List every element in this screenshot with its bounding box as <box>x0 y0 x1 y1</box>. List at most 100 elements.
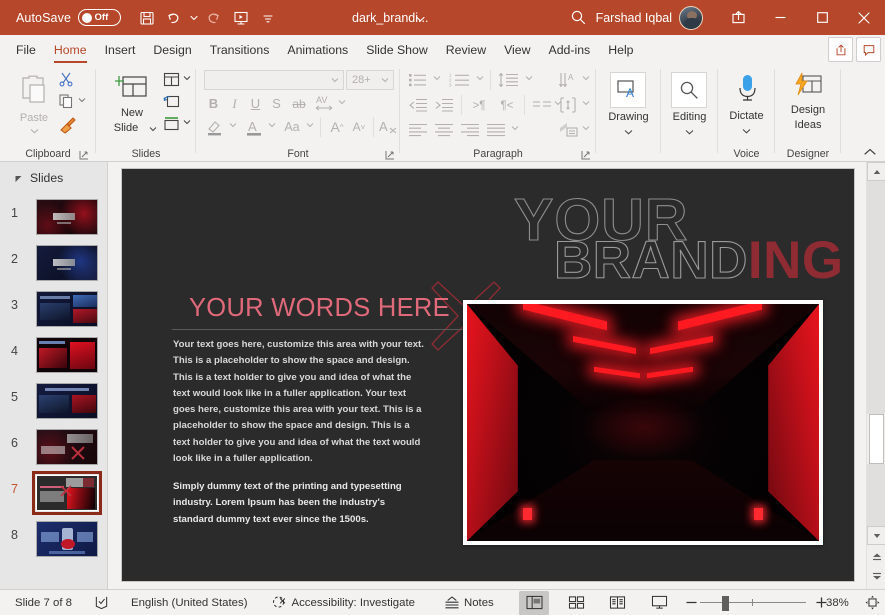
justify-icon[interactable] <box>484 120 508 140</box>
list-item[interactable]: 6 <box>0 426 108 472</box>
text-direction-dropdown-icon[interactable] <box>580 72 592 84</box>
tab-help[interactable]: Help <box>599 35 642 64</box>
italic-button[interactable]: I <box>225 94 244 113</box>
autosave-toggle[interactable]: Off <box>78 9 122 26</box>
paragraph-dialog-launcher-icon[interactable] <box>581 148 592 160</box>
slides-thumbnail-pane[interactable]: Slides 1 2 3 4 5 6 7 8 <box>0 162 108 589</box>
convert-to-smartart-icon[interactable] <box>556 119 580 141</box>
slide-thumbnail[interactable] <box>36 245 98 281</box>
copy-dropdown-icon[interactable] <box>76 94 88 106</box>
close-icon[interactable] <box>843 0 885 35</box>
font-dialog-launcher-icon[interactable] <box>385 148 396 160</box>
scrollbar-track-upper[interactable] <box>867 181 885 414</box>
font-size-input[interactable]: 28+ <box>346 70 394 90</box>
zoom-slider[interactable] <box>700 591 806 615</box>
editing-dropdown-icon[interactable] <box>683 126 696 138</box>
undo-icon[interactable] <box>161 5 186 30</box>
line-spacing-dropdown-icon[interactable] <box>523 72 535 84</box>
drawing-icon[interactable]: A <box>610 72 646 108</box>
save-icon[interactable] <box>134 5 159 30</box>
bold-button[interactable]: B <box>204 94 223 113</box>
scroll-up-icon[interactable] <box>867 162 885 181</box>
new-slide-dropdown-icon[interactable] <box>147 123 159 135</box>
minimize-icon[interactable] <box>759 0 801 35</box>
view-slide-sorter[interactable] <box>561 591 591 615</box>
strikethrough-button[interactable]: ab <box>288 94 310 113</box>
numbering-icon[interactable]: 1 2 3 <box>447 70 473 90</box>
increase-font-size-button[interactable]: A ^ <box>326 116 348 138</box>
tab-review[interactable]: Review <box>437 35 495 64</box>
align-text-icon[interactable] <box>556 94 580 116</box>
slide-counter[interactable]: Slide 7 of 8 <box>15 597 72 609</box>
list-item[interactable]: 7 <box>0 471 108 518</box>
new-slide-icon[interactable] <box>113 70 151 106</box>
list-item[interactable]: 3 <box>0 288 108 334</box>
body-paragraph-1[interactable]: Your text goes here, customize this area… <box>173 337 427 467</box>
branding-headline[interactable]: YOUR BRANDING <box>492 188 852 299</box>
tab-home[interactable]: Home <box>45 35 96 64</box>
font-name-dropdown-icon[interactable] <box>331 74 339 86</box>
slide-thumbnail[interactable] <box>36 521 98 557</box>
font-size-dropdown-icon[interactable] <box>381 74 389 86</box>
view-reading[interactable] <box>602 591 632 615</box>
section-icon[interactable] <box>161 114 181 132</box>
slides-pane-header[interactable]: Slides <box>14 171 63 185</box>
avatar[interactable] <box>679 5 703 30</box>
list-item[interactable]: 8 <box>0 518 108 564</box>
layout-icon[interactable] <box>161 70 181 88</box>
share-icon[interactable] <box>717 0 759 35</box>
collapse-ribbon-icon[interactable] <box>861 145 879 159</box>
user-name[interactable]: Farshad Iqbal <box>596 11 672 25</box>
spell-check-icon[interactable] <box>94 595 109 610</box>
accessibility-icon[interactable] <box>272 595 287 610</box>
numbering-dropdown-icon[interactable] <box>474 72 486 84</box>
bullets-dropdown-icon[interactable] <box>431 72 443 84</box>
dictate-dropdown-icon[interactable] <box>740 125 753 137</box>
list-item[interactable]: 4 <box>0 334 108 380</box>
justify-dropdown-icon[interactable] <box>509 122 521 134</box>
slide-thumbnail[interactable] <box>36 337 98 373</box>
reset-slide-icon[interactable] <box>161 92 181 110</box>
design-ideas-icon[interactable] <box>793 70 825 100</box>
view-slide-show[interactable] <box>644 591 674 615</box>
scrollbar-track-lower[interactable] <box>867 464 885 526</box>
slide-image-frame[interactable] <box>463 300 823 545</box>
format-painter-icon[interactable] <box>56 114 78 134</box>
clipboard-dialog-launcher-icon[interactable] <box>79 148 90 160</box>
zoom-level[interactable]: 38% <box>826 597 849 609</box>
paste-dropdown-icon[interactable] <box>27 126 41 136</box>
zoom-slider-thumb[interactable] <box>722 595 729 611</box>
fit-slide-to-window-icon[interactable] <box>857 591 885 615</box>
text-direction-icon[interactable]: A <box>556 69 580 91</box>
comments-button[interactable] <box>856 37 881 62</box>
view-normal[interactable] <box>519 590 549 615</box>
slide-thumbnail[interactable] <box>36 383 98 419</box>
slide-editing-surface[interactable]: YOUR BRANDING YOUR WORDS HERE Your text … <box>122 169 854 581</box>
text-highlight-icon[interactable] <box>204 116 226 138</box>
tab-design[interactable]: Design <box>144 35 200 64</box>
line-spacing-icon[interactable] <box>496 70 522 90</box>
notes-button[interactable]: Notes <box>444 595 494 610</box>
increase-indent-icon[interactable] <box>432 95 456 115</box>
page-title[interactable]: YOUR WORDS HERE <box>189 294 450 323</box>
tab-transitions[interactable]: Transitions <box>201 35 279 64</box>
layout-dropdown-icon[interactable] <box>181 72 193 84</box>
dictate-icon[interactable] <box>733 70 761 106</box>
slide-thumbnail[interactable] <box>36 429 98 465</box>
clear-formatting-icon[interactable]: A <box>377 116 399 138</box>
section-dropdown-icon[interactable] <box>181 116 193 128</box>
tab-file[interactable]: File <box>7 35 45 64</box>
character-spacing-dropdown-icon[interactable] <box>336 96 348 108</box>
tab-view[interactable]: View <box>495 35 539 64</box>
document-title-dropdown-icon[interactable] <box>416 11 425 25</box>
align-left-icon[interactable] <box>406 120 430 140</box>
customize-quick-access-icon[interactable] <box>255 5 280 30</box>
bullets-icon[interactable] <box>406 70 430 90</box>
align-center-icon[interactable] <box>432 120 456 140</box>
decrease-font-size-button[interactable]: A ˅ <box>348 116 370 138</box>
ltr-text-direction-button[interactable]: >¶ <box>466 96 492 115</box>
previous-slide-icon[interactable] <box>867 547 885 566</box>
font-color-icon[interactable]: A <box>243 116 265 138</box>
share-button[interactable] <box>828 37 853 62</box>
start-presentation-icon[interactable] <box>228 5 253 30</box>
